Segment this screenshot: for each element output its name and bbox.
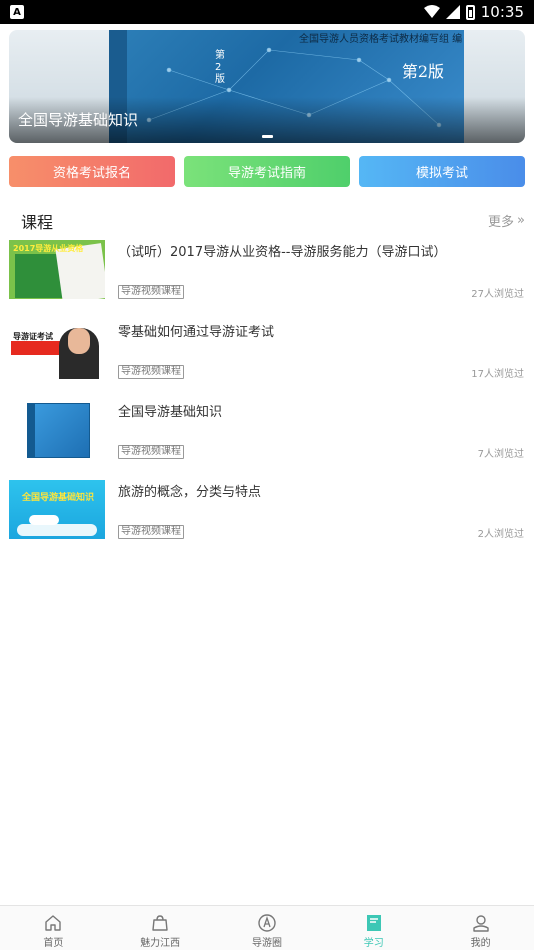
- thumb-book-side: [27, 403, 35, 458]
- tab-jiangxi[interactable]: 魅力江西: [107, 906, 214, 950]
- course-thumbnail: 导游证考试: [9, 320, 105, 379]
- status-bar: A 10:35: [0, 0, 534, 24]
- tab-label: 学习: [363, 938, 384, 949]
- course-tag: 导游视频课程: [118, 445, 184, 459]
- status-right: 10:35: [423, 3, 524, 21]
- course-title: 旅游的概念，分类与特点: [118, 485, 262, 500]
- wifi-icon: [423, 5, 440, 18]
- mock-exam-button[interactable]: 模拟考试: [359, 156, 525, 187]
- tab-label: 导游圈: [251, 938, 282, 949]
- more-link[interactable]: 更多 »: [488, 211, 525, 230]
- compass-icon: [258, 914, 276, 932]
- tab-label: 首页: [43, 938, 64, 949]
- course-title: （试听）2017导游从业资格--导游服务能力（导游口试）: [118, 245, 447, 260]
- status-time: 10:35: [480, 3, 524, 21]
- course-tag: 导游视频课程: [118, 365, 184, 379]
- exam-guide-button[interactable]: 导游考试指南: [184, 156, 350, 187]
- double-chevron-right-icon: »: [517, 213, 525, 228]
- list-item[interactable]: 全国导游基础知识 导游视频课程 7人浏览过: [0, 400, 534, 480]
- cell-signal-icon: [445, 5, 460, 19]
- battery-icon: [465, 4, 475, 20]
- list-item[interactable]: 导游证考试 零基础如何通过导游证考试 导游视频课程 17人浏览过: [0, 320, 534, 400]
- thumb-book-box: [27, 403, 90, 458]
- exam-registration-button[interactable]: 资格考试报名: [9, 156, 175, 187]
- tab-study[interactable]: 学习: [320, 906, 427, 950]
- course-thumbnail: [9, 400, 105, 459]
- quick-actions: 资格考试报名 导游考试指南 模拟考试: [9, 156, 525, 187]
- tab-label: 魅力江西: [140, 938, 181, 949]
- thumb-caption: 2017导游从业资格: [13, 244, 84, 253]
- status-left: A: [10, 5, 24, 19]
- course-title: 全国导游基础知识: [118, 405, 223, 420]
- banner-spine-text: 第2版: [215, 50, 225, 85]
- list-item[interactable]: 2017导游从业资格 （试听）2017导游从业资格--导游服务能力（导游口试） …: [0, 240, 534, 320]
- course-thumbnail: 全国导游基础知识: [9, 480, 105, 539]
- tab-guide-circle[interactable]: 导游圈: [214, 906, 321, 950]
- thumb-caption: 全国导游基础知识: [21, 493, 94, 503]
- banner-carousel[interactable]: 第2版 全国导游人员资格考试教材编写组 编 第2版 全国导游基础知识: [9, 30, 525, 143]
- banner-page-indicator: [262, 135, 273, 138]
- course-title: 零基础如何通过导游证考试: [118, 325, 275, 340]
- banner-title: 全国导游基础知识: [18, 111, 139, 129]
- course-thumbnail: 2017导游从业资格: [9, 240, 105, 299]
- book-icon: [366, 915, 381, 931]
- banner-authors: 全国导游人员资格考试教材编写组 编: [299, 34, 463, 45]
- course-views: 27人浏览过: [471, 289, 524, 300]
- more-label: 更多: [488, 215, 515, 230]
- notification-icon: A: [10, 5, 24, 19]
- thumb-book-shape: [15, 254, 63, 298]
- bag-icon: [152, 915, 168, 931]
- tab-mine[interactable]: 我的: [427, 906, 534, 950]
- thumb-face-shape: [68, 328, 90, 354]
- thumb-cloud-shape: [17, 524, 97, 536]
- course-tag: 导游视频课程: [118, 525, 184, 539]
- bottom-tab-bar: 首页 魅力江西 导游圈 学习 我的: [0, 905, 534, 950]
- course-views: 7人浏览过: [477, 449, 524, 460]
- course-views: 2人浏览过: [477, 529, 524, 540]
- thumb-caption: 导游证考试: [13, 332, 53, 341]
- tab-label: 我的: [470, 938, 491, 949]
- list-item[interactable]: 全国导游基础知识 旅游的概念，分类与特点 导游视频课程 2人浏览过: [0, 480, 534, 560]
- course-views: 17人浏览过: [471, 369, 524, 380]
- course-tag: 导游视频课程: [118, 285, 184, 299]
- tab-home[interactable]: 首页: [0, 906, 107, 950]
- banner-edition: 第2版: [401, 62, 444, 81]
- person-icon: [472, 915, 489, 932]
- section-title: 课程: [21, 213, 54, 232]
- courses-section-header: 课程 更多 »: [0, 205, 534, 235]
- course-list: 2017导游从业资格 （试听）2017导游从业资格--导游服务能力（导游口试） …: [0, 240, 534, 560]
- home-icon: [45, 915, 62, 931]
